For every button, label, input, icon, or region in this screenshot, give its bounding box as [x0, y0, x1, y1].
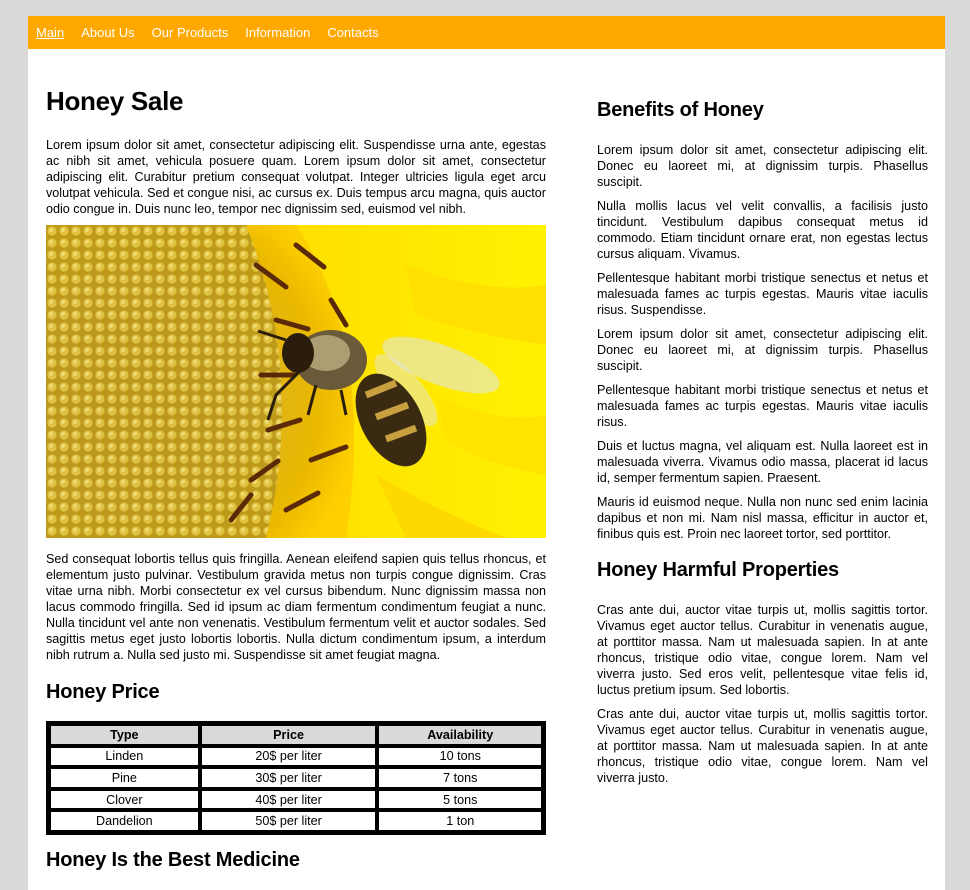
cell-price: 20$ per liter: [199, 745, 378, 768]
cell-price: 50$ per liter: [199, 810, 378, 832]
cell-type: Clover: [49, 788, 200, 811]
table-header-row: Type Price Availability: [49, 724, 543, 746]
benefits-paragraph: Pellentesque habitant morbi tristique se…: [597, 271, 928, 317]
bee-sunflower-image: [46, 225, 546, 538]
header-price: Price: [199, 724, 378, 746]
table-row: Clover 40$ per liter 5 tons: [49, 788, 543, 811]
benefits-paragraph: Lorem ipsum dolor sit amet, consectetur …: [597, 143, 928, 189]
benefits-paragraph: Lorem ipsum dolor sit amet, consectetur …: [597, 327, 928, 373]
top-nav: Main About Us Our Products Information C…: [28, 16, 945, 49]
benefits-paragraph: Pellentesque habitant morbi tristique se…: [597, 383, 928, 429]
intro-paragraph: Lorem ipsum dolor sit amet, consectetur …: [46, 138, 546, 216]
harmful-paragraph: Cras ante dui, auctor vitae turpis ut, m…: [597, 603, 928, 697]
sidebar-column: Benefits of Honey Lorem ipsum dolor sit …: [597, 49, 928, 786]
benefits-heading: Benefits of Honey: [597, 99, 764, 121]
cell-type: Pine: [49, 767, 200, 789]
table-row: Pine 30$ per liter 7 tons: [49, 767, 543, 789]
table-row: Linden 20$ per liter 10 tons: [49, 745, 543, 768]
price-table: Type Price Availability Linden 20$ per l…: [46, 721, 546, 835]
cell-availability: 10 tons: [377, 745, 543, 768]
cell-type: Linden: [49, 745, 200, 768]
cell-price: 30$ per liter: [199, 767, 378, 789]
nav-our-products[interactable]: Our Products: [152, 25, 229, 40]
price-heading: Honey Price: [46, 681, 160, 703]
cell-availability: 1 ton: [377, 810, 543, 832]
harmful-paragraph: Cras ante dui, auctor vitae turpis ut, m…: [597, 707, 928, 785]
header-type: Type: [49, 724, 200, 746]
nav-contacts[interactable]: Contacts: [327, 25, 378, 40]
medicine-heading: Honey Is the Best Medicine: [46, 848, 300, 871]
benefits-paragraph: Nulla mollis lacus vel velit convallis, …: [597, 199, 928, 261]
nav-main[interactable]: Main: [36, 25, 64, 40]
cell-price: 40$ per liter: [199, 788, 378, 811]
page: Main About Us Our Products Information C…: [28, 16, 945, 890]
cell-availability: 5 tons: [377, 788, 543, 811]
harmful-heading: Honey Harmful Properties: [597, 559, 839, 581]
nav-information[interactable]: Information: [245, 25, 310, 40]
benefits-paragraph: Duis et luctus magna, vel aliquam est. N…: [597, 439, 928, 485]
cell-type: Dandelion: [49, 810, 200, 832]
main-column: Honey Sale Lorem ipsum dolor sit amet, c…: [46, 49, 546, 872]
nav-about-us[interactable]: About Us: [81, 25, 134, 40]
page-title: Honey Sale: [46, 86, 184, 116]
header-availability: Availability: [377, 724, 543, 746]
benefits-paragraph: Mauris id euismod neque. Nulla non nunc …: [597, 495, 928, 541]
table-row: Dandelion 50$ per liter 1 ton: [49, 810, 543, 832]
after-image-paragraph: Sed consequat lobortis tellus quis fring…: [46, 552, 546, 662]
cell-availability: 7 tons: [377, 767, 543, 789]
